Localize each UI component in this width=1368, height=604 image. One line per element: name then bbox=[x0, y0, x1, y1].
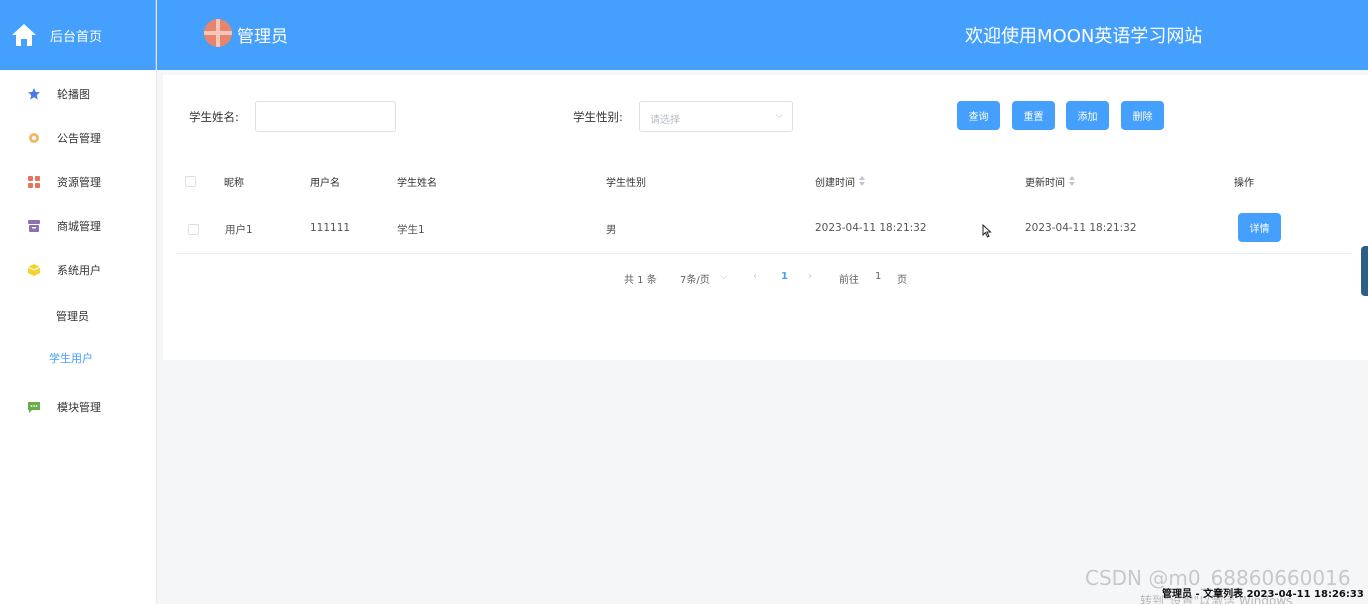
cell-username: 111111 bbox=[310, 222, 351, 234]
cell-updated: 2023-04-11 18:21:32 bbox=[1025, 222, 1137, 234]
sidebar-item-system-users[interactable]: 系统用户 bbox=[0, 262, 157, 278]
sidebar-subitem-label: 管理员 bbox=[56, 310, 89, 323]
column-header-nickname: 昵称 bbox=[224, 178, 244, 189]
mouse-cursor-icon bbox=[982, 223, 992, 238]
chevron-down-icon: ⌵ bbox=[775, 110, 783, 121]
prev-page-icon[interactable]: ‹ bbox=[753, 271, 757, 282]
query-button[interactable]: 查询 bbox=[957, 101, 1000, 130]
chevron-down-icon[interactable]: ⌵ bbox=[720, 271, 728, 282]
gender-filter-label: 学生性别: bbox=[573, 110, 623, 124]
sidebar-item-label: 系统用户 bbox=[57, 264, 101, 277]
cell-nickname: 用户1 bbox=[225, 224, 253, 236]
top-header: 管理员 欢迎使用MOON英语学习网站 bbox=[157, 0, 1368, 70]
column-header-gender: 学生性别 bbox=[606, 178, 646, 189]
pagination-total: 共 1 条 bbox=[624, 275, 657, 286]
header-welcome: 欢迎使用MOON英语学习网站 bbox=[965, 26, 1203, 47]
column-header-updated[interactable]: 更新时间 bbox=[1025, 174, 1076, 189]
gender-filter-placeholder: 请选择 bbox=[650, 115, 680, 126]
archive-icon bbox=[27, 219, 41, 233]
grid-icon bbox=[27, 175, 41, 189]
pagination-page-size[interactable]: 7条/页 bbox=[680, 271, 710, 286]
header-username[interactable]: 管理员 bbox=[237, 22, 288, 47]
add-button[interactable]: 添加 bbox=[1066, 101, 1109, 130]
sidebar-item-label: 资源管理 bbox=[57, 176, 101, 189]
sidebar-home-label: 后台首页 bbox=[50, 29, 103, 45]
gender-filter-select[interactable]: 请选择 ⌵ bbox=[639, 101, 793, 132]
delete-button[interactable]: 删除 bbox=[1121, 101, 1164, 130]
next-page-icon[interactable]: › bbox=[808, 271, 812, 282]
content-card: 学生姓名: 学生性别: 请选择 ⌵ 查询 重置 添加 删除 昵称 用户名 学生姓… bbox=[163, 75, 1368, 360]
chat-icon bbox=[27, 400, 41, 414]
gear-icon bbox=[27, 131, 41, 145]
star-icon bbox=[27, 87, 41, 101]
home-icon bbox=[10, 21, 38, 49]
pagination-current-page[interactable]: 1 bbox=[781, 271, 788, 282]
sidebar-subitem-admin[interactable]: 管理员 bbox=[0, 308, 157, 324]
pagination-goto-unit: 页 bbox=[897, 275, 907, 286]
sidebar-item-shop[interactable]: 商城管理 bbox=[0, 218, 157, 234]
sidebar-item-modules[interactable]: 模块管理 bbox=[0, 399, 157, 415]
sidebar-item-label: 轮播图 bbox=[57, 88, 90, 101]
sidebar-item-label: 模块管理 bbox=[57, 401, 101, 414]
column-header-label: 创建时间 bbox=[815, 178, 855, 189]
column-header-student-name: 学生姓名 bbox=[397, 178, 437, 189]
sidebar-item-announcements[interactable]: 公告管理 bbox=[0, 130, 157, 146]
detail-button[interactable]: 详情 bbox=[1238, 213, 1281, 242]
column-header-label: 更新时间 bbox=[1025, 178, 1065, 189]
sidebar-item-label: 商城管理 bbox=[57, 220, 101, 233]
pagination-goto-label: 前往 bbox=[839, 275, 859, 286]
name-filter-input[interactable] bbox=[255, 101, 396, 132]
cell-student-name: 学生1 bbox=[397, 224, 425, 236]
cube-icon bbox=[27, 263, 41, 277]
name-filter-label: 学生姓名: bbox=[189, 110, 239, 124]
sidebar-item-carousel[interactable]: 轮播图 bbox=[0, 86, 157, 102]
pagination-goto-input[interactable]: 1 bbox=[875, 271, 881, 282]
cell-gender: 男 bbox=[606, 224, 617, 236]
cell-created: 2023-04-11 18:21:32 bbox=[815, 222, 927, 234]
status-caption: 管理员 - 文章列表 2023-04-11 18:26:33 bbox=[1162, 589, 1364, 600]
row-checkbox[interactable] bbox=[188, 224, 199, 235]
side-drawer-tab[interactable] bbox=[1361, 246, 1368, 296]
sidebar-subitem-students[interactable]: 学生用户 bbox=[0, 350, 157, 366]
sidebar-item-resources[interactable]: 资源管理 bbox=[0, 174, 157, 190]
avatar[interactable] bbox=[204, 19, 232, 47]
row-divider bbox=[177, 253, 1351, 254]
sidebar-home[interactable]: 后台首页 bbox=[0, 0, 156, 70]
sort-icon[interactable] bbox=[859, 176, 866, 187]
reset-button[interactable]: 重置 bbox=[1012, 101, 1055, 130]
column-header-username: 用户名 bbox=[310, 178, 340, 189]
select-all-checkbox[interactable] bbox=[185, 176, 196, 187]
sidebar-item-label: 公告管理 bbox=[57, 132, 101, 145]
column-header-actions: 操作 bbox=[1234, 178, 1254, 189]
sidebar-subitem-label: 学生用户 bbox=[49, 352, 93, 365]
sidebar: 后台首页 轮播图 公告管理 资源管理 商城管理 系统用户 管理员 学生用户 模块… bbox=[0, 0, 157, 604]
sort-icon[interactable] bbox=[1069, 176, 1076, 187]
column-header-created[interactable]: 创建时间 bbox=[815, 174, 866, 189]
